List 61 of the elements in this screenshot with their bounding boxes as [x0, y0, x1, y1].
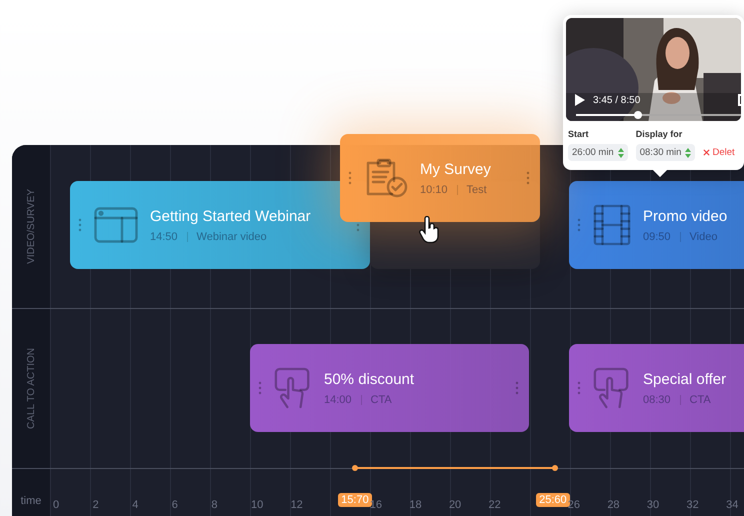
- card-title: Promo video: [643, 208, 728, 224]
- card-duration: 09:50: [643, 230, 671, 242]
- tick-label: 22: [488, 499, 501, 511]
- track-label: CALL TO ACTION: [26, 348, 36, 429]
- tick-label: 16: [370, 499, 382, 511]
- field-label: Display for: [636, 129, 684, 139]
- axis-label: time: [20, 495, 42, 507]
- tick-label: 34: [726, 499, 738, 511]
- clipboard-check-icon: [364, 158, 408, 198]
- timeline-card[interactable]: 50% discount 14:00 CTA: [250, 344, 529, 432]
- tick-label: 2: [92, 499, 99, 511]
- tick-label: 32: [686, 499, 699, 511]
- timeline-card[interactable]: Promo video 09:50 Video: [569, 181, 744, 269]
- timeline-card[interactable]: Special offer 08:30 CTA: [569, 344, 744, 432]
- tick-label: 18: [409, 499, 422, 511]
- track-label: VIDEO/SURVEY: [26, 189, 36, 264]
- tick-label: 26: [568, 499, 580, 511]
- card-duration: 08:30: [643, 394, 671, 406]
- card-duration: 14:00: [324, 394, 352, 406]
- delete-button[interactable]: Delet: [703, 144, 735, 161]
- tick-label: 20: [448, 499, 462, 511]
- card-type: Webinar video: [196, 230, 267, 242]
- film-strip-icon: [593, 204, 631, 246]
- start-time-field[interactable]: 26:00 min: [568, 144, 628, 161]
- hand-cursor-icon: [418, 216, 440, 244]
- spinner-arrows-icon[interactable]: [685, 148, 692, 158]
- spinner-arrows-icon[interactable]: [618, 148, 624, 158]
- tick-label: 10: [250, 499, 264, 511]
- display-duration-field[interactable]: 08:30 min: [636, 144, 696, 161]
- card-type: CTA: [370, 394, 392, 406]
- drag-handle-icon[interactable]: [526, 171, 530, 185]
- tick-label: 6: [172, 499, 178, 511]
- card-title: Getting Started Webinar: [150, 208, 311, 224]
- tick-label: 0: [53, 499, 60, 511]
- tick-label: 30: [646, 499, 660, 511]
- card-type: CTA: [690, 394, 711, 406]
- cross-icon: [703, 149, 710, 156]
- drag-handle-icon[interactable]: [577, 218, 581, 232]
- drag-handle-icon[interactable]: [577, 381, 581, 395]
- tick-label: 4: [132, 499, 138, 511]
- card-type: Video: [690, 230, 718, 242]
- tick-label: 8: [211, 499, 218, 511]
- field-label: Start: [568, 129, 590, 139]
- video-time: 3:45 / 8:50: [593, 94, 640, 106]
- card-title: My Survey: [420, 160, 491, 178]
- tick-label: 12: [290, 499, 303, 511]
- browser-window-icon: [94, 207, 138, 243]
- timeline-card[interactable]: Getting Started Webinar 14:50 Webinar video: [70, 181, 370, 269]
- hand-tap-icon: [274, 367, 312, 409]
- drag-handle-icon[interactable]: [348, 171, 352, 185]
- drag-handle-icon[interactable]: [515, 381, 519, 395]
- drag-handle-icon[interactable]: [258, 381, 262, 395]
- card-duration: 14:50: [150, 230, 178, 242]
- card-duration: 10:10: [420, 184, 448, 196]
- card-title: 50% discount: [324, 370, 414, 388]
- hand-tap-icon: [593, 367, 631, 409]
- play-icon[interactable]: [575, 94, 585, 106]
- card-type: Test: [466, 184, 487, 196]
- drag-handle-icon[interactable]: [78, 218, 82, 232]
- card-title: Special offer: [643, 370, 726, 388]
- tick-label: 28: [607, 499, 620, 511]
